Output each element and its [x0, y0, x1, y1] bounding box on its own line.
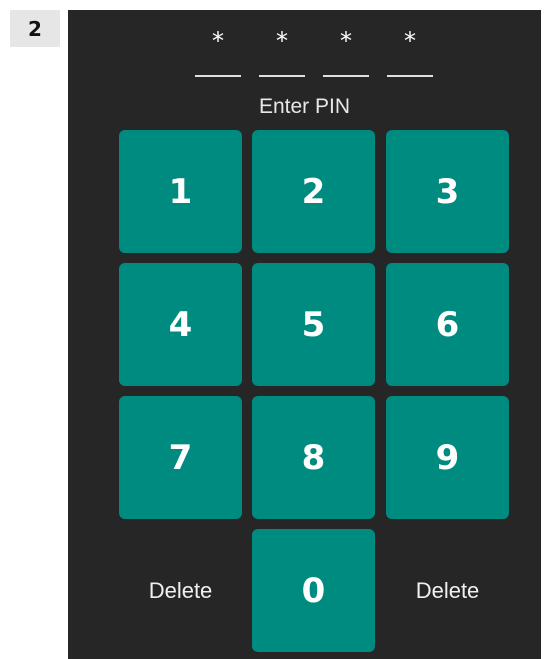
pin-underline-1 [195, 75, 241, 77]
delete-button-left[interactable]: Delete [119, 529, 242, 652]
pin-char-4: * [404, 27, 416, 55]
pin-pad-panel: * * * * Enter PIN 1 2 3 4 5 6 7 8 9 Dele… [68, 10, 541, 659]
key-6[interactable]: 6 [386, 263, 509, 386]
pin-char-2: * [276, 27, 288, 55]
pin-slot-1: * [195, 26, 241, 82]
pin-slot-3: * [323, 26, 369, 82]
pin-display: * * * * [195, 26, 435, 86]
pin-underline-2 [259, 75, 305, 77]
key-2[interactable]: 2 [252, 130, 375, 253]
pin-underline-4 [387, 75, 433, 77]
key-4[interactable]: 4 [119, 263, 242, 386]
key-3[interactable]: 3 [386, 130, 509, 253]
pin-char-1: * [212, 27, 224, 55]
key-7[interactable]: 7 [119, 396, 242, 519]
delete-button-right[interactable]: Delete [386, 529, 509, 652]
enter-pin-label: Enter PIN [258, 95, 351, 118]
pin-slot-4: * [387, 26, 433, 82]
pin-underline-3 [323, 75, 369, 77]
key-1[interactable]: 1 [119, 130, 242, 253]
pin-char-3: * [340, 27, 352, 55]
pin-slot-2: * [259, 26, 305, 82]
step-badge: 2 [10, 10, 60, 47]
key-8[interactable]: 8 [252, 396, 375, 519]
key-0[interactable]: 0 [252, 529, 375, 652]
key-5[interactable]: 5 [252, 263, 375, 386]
key-9[interactable]: 9 [386, 396, 509, 519]
